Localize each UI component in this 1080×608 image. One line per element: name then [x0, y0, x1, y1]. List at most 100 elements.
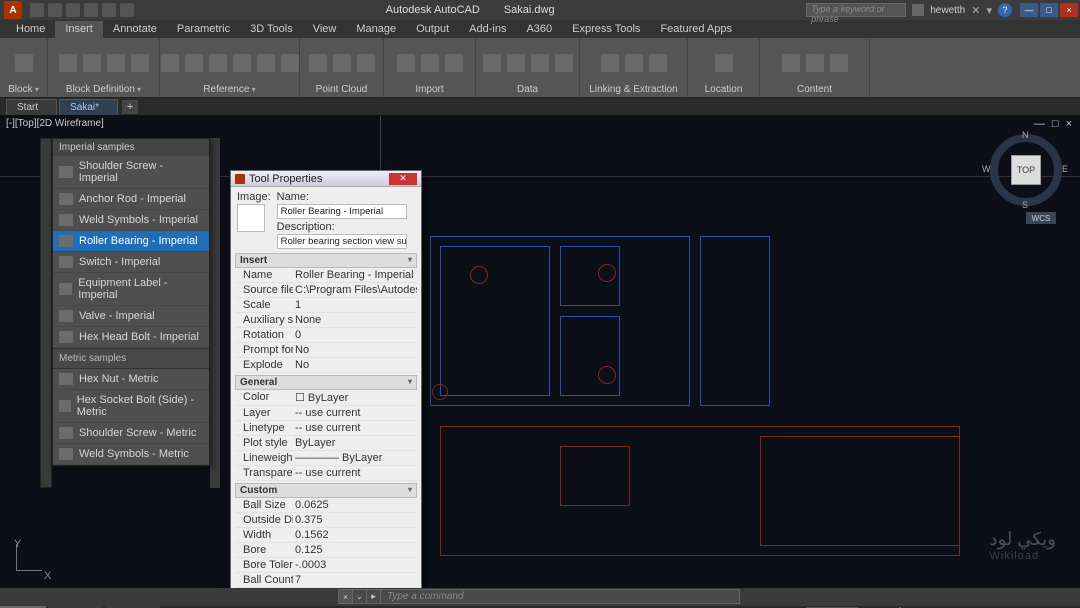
- property-value[interactable]: 1: [293, 298, 417, 312]
- property-value[interactable]: 0: [293, 328, 417, 342]
- property-value[interactable]: Roller Bearing - Imperial: [293, 268, 417, 282]
- property-value[interactable]: 0.375: [293, 513, 417, 527]
- ribbon-icon[interactable]: [257, 54, 275, 72]
- palette-item[interactable]: Valve - Imperial: [53, 306, 209, 327]
- property-row[interactable]: Width0.1562: [235, 528, 417, 543]
- ribbon-icon[interactable]: [483, 54, 501, 72]
- dropdown-icon[interactable]: ▾: [986, 4, 992, 17]
- ribbon-tab-home[interactable]: Home: [6, 21, 55, 38]
- ribbon-panel-label[interactable]: Location: [705, 84, 743, 95]
- dialog-titlebar[interactable]: Tool Properties ✕: [231, 171, 421, 187]
- dialog-close-button[interactable]: ✕: [389, 173, 417, 185]
- property-value[interactable]: 7: [293, 573, 417, 587]
- property-value[interactable]: None: [293, 313, 417, 327]
- view-cube-face[interactable]: TOP: [1011, 155, 1041, 185]
- property-row[interactable]: Layer-- use current: [235, 406, 417, 421]
- qat-redo-icon[interactable]: [102, 3, 116, 17]
- ribbon-icon[interactable]: [161, 54, 179, 72]
- property-value[interactable]: No: [293, 358, 417, 372]
- property-row[interactable]: Lineweight———— ByLayer: [235, 451, 417, 466]
- qat-new-icon[interactable]: [30, 3, 44, 17]
- palette-item[interactable]: Hex Head Bolt - Imperial: [53, 327, 209, 348]
- ribbon-panel-label[interactable]: Point Cloud: [316, 84, 368, 95]
- palette-item[interactable]: Shoulder Screw - Metric: [53, 423, 209, 444]
- command-close-icon[interactable]: ×: [339, 590, 353, 603]
- property-value[interactable]: ———— ByLayer: [293, 451, 417, 465]
- qat-print-icon[interactable]: [120, 3, 134, 17]
- property-row[interactable]: Plot styleByLayer: [235, 436, 417, 451]
- ribbon-tab-featured-apps[interactable]: Featured Apps: [650, 21, 742, 38]
- ribbon-panel-label[interactable]: Content: [797, 84, 832, 95]
- command-history-icon[interactable]: ⌄: [353, 590, 367, 603]
- ribbon-icon[interactable]: [59, 54, 77, 72]
- ribbon-icon[interactable]: [397, 54, 415, 72]
- section-general[interactable]: General: [235, 375, 417, 390]
- ribbon-icon[interactable]: [830, 54, 848, 72]
- ribbon-tab-a360[interactable]: A360: [516, 21, 562, 38]
- palette-item[interactable]: Hex Socket Bolt (Side) - Metric: [53, 390, 209, 423]
- viewport-label[interactable]: [-][Top][2D Wireframe]: [6, 118, 104, 129]
- name-field[interactable]: Roller Bearing - Imperial: [277, 204, 407, 219]
- wcs-badge[interactable]: WCS: [1026, 212, 1056, 224]
- ribbon-icon[interactable]: [83, 54, 101, 72]
- ribbon-tab-annotate[interactable]: Annotate: [103, 21, 167, 38]
- view-cube[interactable]: TOP N S E W: [990, 134, 1062, 206]
- ribbon-icon[interactable]: [625, 54, 643, 72]
- property-row[interactable]: Auxiliary scaleNone: [235, 313, 417, 328]
- ribbon-icon[interactable]: [15, 54, 33, 72]
- ribbon-panel-label[interactable]: Block: [8, 84, 39, 95]
- property-row[interactable]: Ball Count7: [235, 573, 417, 588]
- app-logo[interactable]: A: [4, 1, 22, 19]
- property-row[interactable]: Bore Toleran...-.0003: [235, 558, 417, 573]
- viewport-window-buttons[interactable]: — □ ×: [1034, 118, 1074, 130]
- help-icon[interactable]: ?: [998, 3, 1012, 17]
- property-value[interactable]: -.0003: [293, 558, 417, 572]
- minimize-button[interactable]: —: [1020, 3, 1038, 17]
- ribbon-icon[interactable]: [649, 54, 667, 72]
- property-row[interactable]: Bore0.125: [235, 543, 417, 558]
- qat-open-icon[interactable]: [48, 3, 62, 17]
- palette-item[interactable]: Hex Nut - Metric: [53, 369, 209, 390]
- property-value[interactable]: 0.1562: [293, 528, 417, 542]
- drawing-viewport[interactable]: [-][Top][2D Wireframe] — □ × TOP N S E W…: [0, 116, 1080, 588]
- palette-item[interactable]: Switch - Imperial: [53, 252, 209, 273]
- property-value[interactable]: C:\Program Files\Autodesk\Aut...: [293, 283, 417, 297]
- property-value[interactable]: ByLayer: [293, 436, 417, 450]
- palette-item[interactable]: Shoulder Screw - Imperial: [53, 156, 209, 189]
- new-doc-tab-button[interactable]: +: [122, 100, 138, 114]
- ribbon-panel-label[interactable]: Reference: [203, 84, 255, 95]
- property-value[interactable]: No: [293, 343, 417, 357]
- ribbon-icon[interactable]: [601, 54, 619, 72]
- ribbon-icon[interactable]: [107, 54, 125, 72]
- exchange-icon[interactable]: ✕: [971, 4, 980, 17]
- ribbon-icon[interactable]: [806, 54, 824, 72]
- palette-item[interactable]: Roller Bearing - Imperial: [53, 231, 209, 252]
- property-value[interactable]: 0.0625: [293, 498, 417, 512]
- user-name[interactable]: hewetth: [930, 5, 965, 16]
- section-insert[interactable]: Insert: [235, 253, 417, 268]
- palette-grip[interactable]: [40, 138, 52, 488]
- ribbon-icon[interactable]: [209, 54, 227, 72]
- ribbon-tab-add-ins[interactable]: Add-ins: [459, 21, 516, 38]
- ribbon-icon[interactable]: [233, 54, 251, 72]
- ribbon-tab-parametric[interactable]: Parametric: [167, 21, 240, 38]
- ribbon-icon[interactable]: [309, 54, 327, 72]
- property-row[interactable]: Rotation0: [235, 328, 417, 343]
- ribbon-icon[interactable]: [333, 54, 351, 72]
- qat-save-icon[interactable]: [66, 3, 80, 17]
- property-value[interactable]: -- use current: [293, 406, 417, 420]
- property-row[interactable]: ExplodeNo: [235, 358, 417, 373]
- ribbon-icon[interactable]: [421, 54, 439, 72]
- palette-item[interactable]: Equipment Label - Imperial: [53, 273, 209, 306]
- property-row[interactable]: Linetype-- use current: [235, 421, 417, 436]
- ribbon-panel-label[interactable]: Linking & Extraction: [589, 84, 677, 95]
- ribbon-tab-3d-tools[interactable]: 3D Tools: [240, 21, 303, 38]
- ribbon-panel-label[interactable]: Data: [517, 84, 538, 95]
- ribbon-tab-express-tools[interactable]: Express Tools: [562, 21, 650, 38]
- qat-undo-icon[interactable]: [84, 3, 98, 17]
- ribbon-tab-view[interactable]: View: [303, 21, 347, 38]
- ribbon-icon[interactable]: [185, 54, 203, 72]
- ribbon-tab-insert[interactable]: Insert: [55, 21, 103, 38]
- signin-icon[interactable]: [912, 4, 924, 16]
- palette-item[interactable]: Weld Symbols - Metric: [53, 444, 209, 465]
